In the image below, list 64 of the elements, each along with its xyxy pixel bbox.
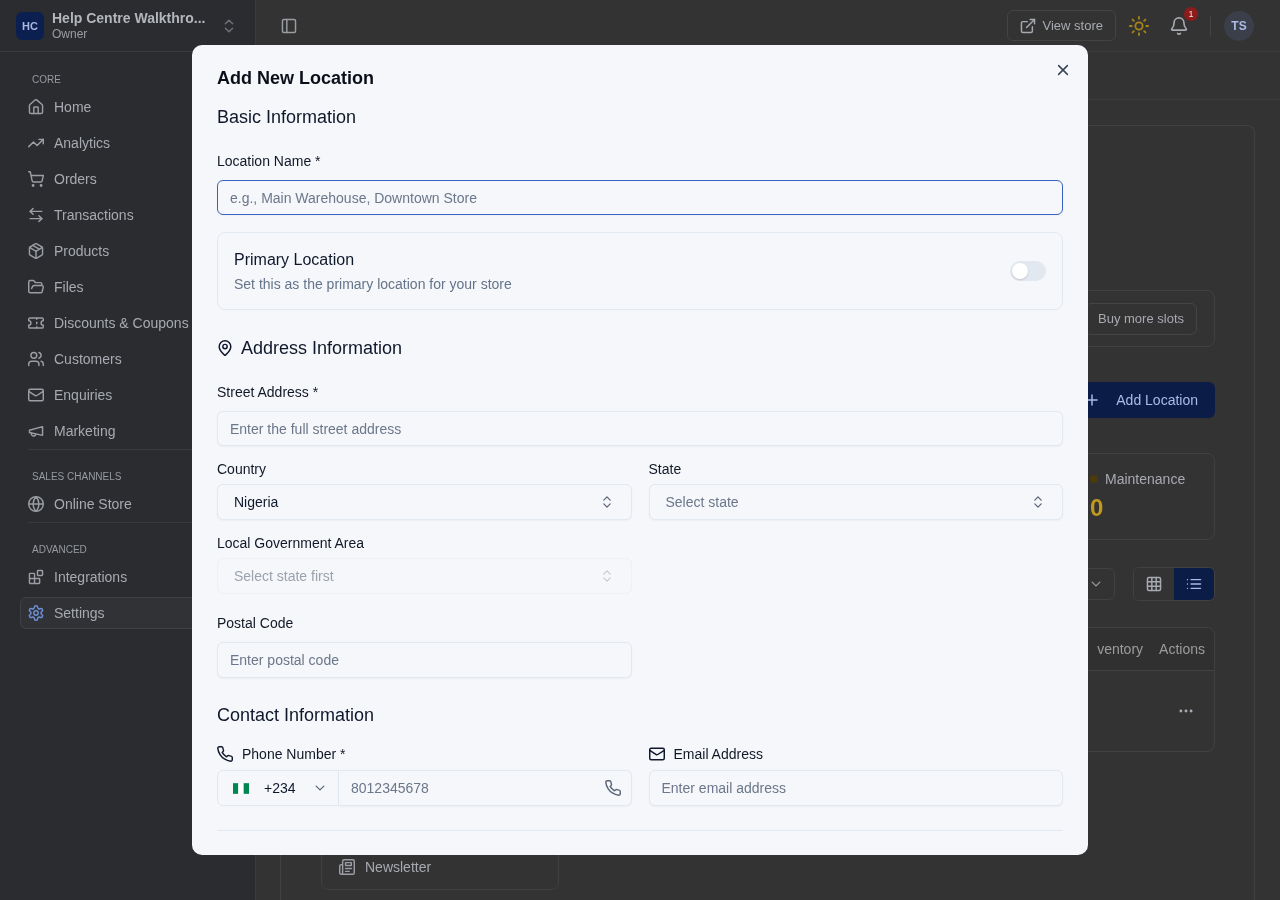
country-select[interactable]: Nigeria <box>217 484 632 521</box>
blocks-icon <box>28 569 44 585</box>
field-label: Country <box>217 460 267 480</box>
folder-icon <box>28 279 44 295</box>
newspaper-icon <box>339 859 355 875</box>
field-label: Phone Number * <box>242 745 346 765</box>
stat-value: 0 <box>1090 493 1104 523</box>
ticket-icon <box>28 315 44 331</box>
field-label: Location Name * <box>217 152 321 171</box>
grid-icon <box>1146 576 1162 592</box>
option-description: Set this as the primary location for your store <box>234 275 512 294</box>
home-icon <box>28 99 44 115</box>
avatar[interactable]: TS <box>1224 10 1254 41</box>
column-header: Actions <box>1159 641 1205 657</box>
chevrons-up-down-icon <box>1031 495 1045 510</box>
toggle-switch[interactable] <box>1010 261 1046 281</box>
nav-section-label: ADVANCED <box>32 543 87 557</box>
workspace-name: Help Centre Walkthro... <box>52 9 206 27</box>
dial-code-select[interactable]: +234 <box>217 770 339 807</box>
bell-icon[interactable] <box>1170 16 1188 35</box>
workspace-logo: HC <box>16 11 44 40</box>
email-input[interactable]: Enter email address <box>648 770 1063 807</box>
section-heading: Address Information <box>241 337 403 360</box>
state-select[interactable]: Select state <box>648 484 1063 521</box>
notification-badge: 1 <box>1184 6 1198 21</box>
field-label: Email Address <box>673 745 763 765</box>
buy-slots-button[interactable]: Buy more slots <box>1085 302 1197 335</box>
megaphone-icon <box>28 423 44 439</box>
users-icon <box>28 351 44 367</box>
close-icon[interactable] <box>1055 62 1071 78</box>
view-store-button[interactable]: View store <box>1006 10 1116 41</box>
gear-icon <box>28 605 44 621</box>
field-label: State <box>648 460 682 480</box>
location-name-input[interactable]: e.g., Main Warehouse, Downtown Store <box>217 180 1063 215</box>
phone-number-input[interactable]: 8012345678 <box>339 770 632 807</box>
phone-icon <box>217 746 233 763</box>
stat-label: Maintenance <box>1105 471 1186 487</box>
sidebar-toggle-icon[interactable] <box>281 17 297 34</box>
envelope-icon <box>28 387 44 403</box>
option-title: Primary Location <box>234 250 355 270</box>
swap-arrows-icon <box>28 207 44 223</box>
sun-icon[interactable] <box>1129 15 1149 36</box>
field-label: Local Government Area <box>217 534 365 554</box>
flag-icon <box>233 782 249 794</box>
column-header: ventory <box>1097 641 1144 657</box>
dialog-title: Add New Location <box>217 69 374 87</box>
nav-item[interactable]: Discounts & Coupons <box>20 307 243 339</box>
list-icon <box>1186 576 1202 592</box>
field-label: Street Address * <box>217 383 319 402</box>
section-heading: Basic Information <box>217 106 357 129</box>
globe-icon <box>28 496 44 512</box>
box-icon <box>28 243 44 259</box>
external-link-icon <box>1019 17 1036 34</box>
postal-code-input[interactable]: Enter postal code <box>217 642 632 679</box>
nav-section-label: SALES CHANNELS <box>32 470 122 484</box>
workspace-role: Owner <box>52 26 88 42</box>
cart-icon <box>28 171 44 187</box>
phone-icon <box>604 780 621 797</box>
envelope-icon <box>648 746 665 763</box>
section-heading: Contact Information <box>217 704 375 728</box>
map-pin-icon <box>217 340 233 356</box>
nav-section-label: CORE <box>32 73 61 87</box>
list-view-button[interactable] <box>1174 568 1214 600</box>
street-address-input[interactable]: Enter the full street address <box>217 411 1063 447</box>
